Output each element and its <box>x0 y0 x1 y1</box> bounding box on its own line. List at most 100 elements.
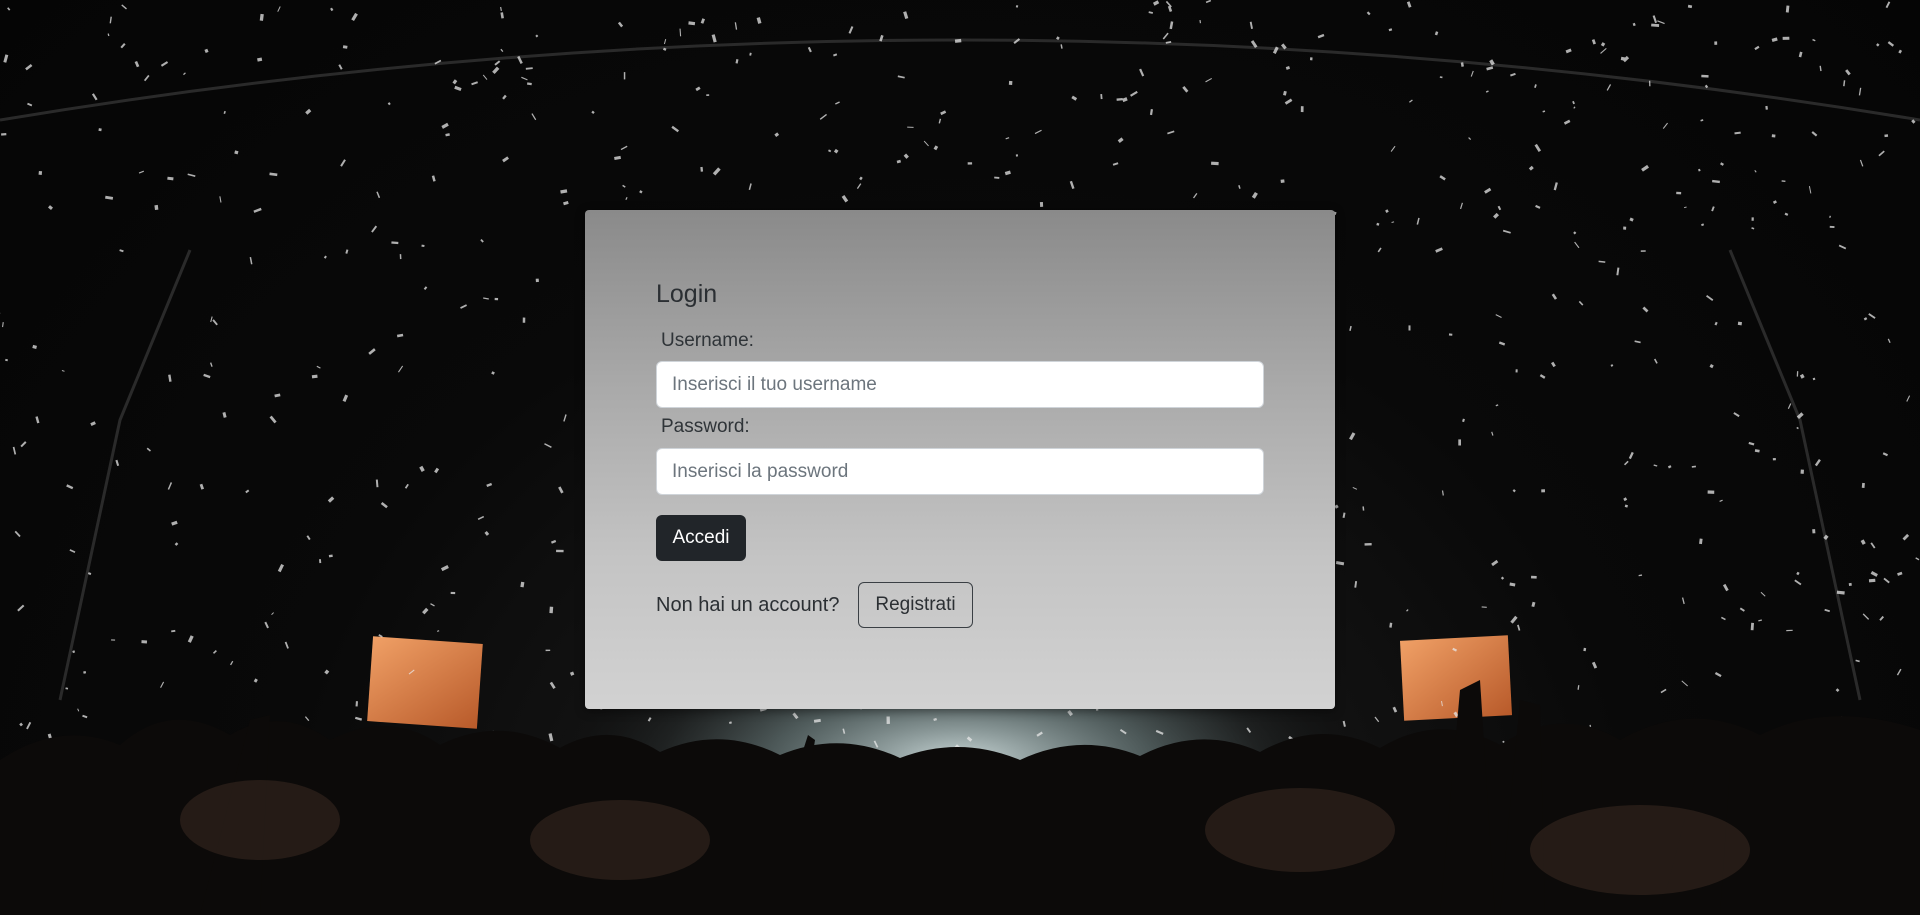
confetti-piece <box>1205 77 1212 83</box>
confetti-piece <box>387 102 391 106</box>
confetti-piece <box>938 118 942 124</box>
confetti-piece <box>1885 1 1891 9</box>
confetti-piece <box>2 322 4 328</box>
confetti-piece <box>1915 557 1920 561</box>
confetti-piece <box>828 149 832 153</box>
confetti-piece <box>430 603 435 607</box>
confetti-piece <box>1714 41 1718 45</box>
confetti-piece <box>1858 87 1862 96</box>
confetti-piece <box>1238 184 1241 189</box>
confetti-piece <box>1167 130 1175 135</box>
confetti-piece <box>230 660 234 666</box>
confetti-piece <box>1616 267 1620 276</box>
confetti-piece <box>500 12 504 19</box>
confetti-piece <box>212 319 218 326</box>
username-label: Username: <box>661 330 754 351</box>
confetti-piece <box>1484 187 1492 194</box>
confetti-piece <box>1765 105 1768 110</box>
confetti-piece <box>306 535 311 541</box>
confetti-piece <box>749 52 752 56</box>
confetti-piece <box>482 74 488 80</box>
confetti-piece <box>1796 571 1800 576</box>
confetti-piece <box>397 365 404 373</box>
confetti-piece <box>1573 106 1576 109</box>
confetti-piece <box>421 244 425 248</box>
confetti-piece <box>1641 164 1650 172</box>
confetti-piece <box>903 11 909 20</box>
confetti-piece <box>371 225 378 233</box>
confetti-piece <box>171 629 176 633</box>
confetti-piece <box>1541 489 1546 493</box>
confetti-piece <box>1628 451 1634 460</box>
confetti-piece <box>569 671 575 676</box>
confetti-piece <box>1192 193 1198 199</box>
confetti-piece <box>856 183 862 189</box>
confetti-piece <box>494 60 501 66</box>
confetti-piece <box>105 195 114 200</box>
confetti-piece <box>422 607 429 615</box>
confetti-piece <box>440 565 449 572</box>
login-submit-button[interactable]: Accedi <box>656 515 746 561</box>
confetti-piece <box>617 21 624 28</box>
confetti-piece <box>933 145 939 151</box>
confetti-piece <box>1112 162 1119 166</box>
confetti-piece <box>1784 212 1789 216</box>
confetti-piece <box>1653 358 1658 364</box>
confetti-piece <box>1812 529 1816 534</box>
confetti-piece <box>419 465 425 472</box>
confetti-piece <box>1366 11 1371 16</box>
confetti-piece <box>1870 542 1876 549</box>
confetti-piece <box>1623 460 1629 466</box>
confetti-piece <box>141 640 148 644</box>
confetti-piece <box>549 681 556 689</box>
confetti-piece <box>1390 145 1396 152</box>
confetti-piece <box>143 74 150 82</box>
confetti-piece <box>1441 490 1444 496</box>
confetti-piece <box>1750 622 1754 631</box>
username-input[interactable] <box>656 361 1264 408</box>
confetti-piece <box>1859 159 1864 167</box>
confetti-piece <box>1701 223 1705 227</box>
confetti-piece <box>1377 247 1382 253</box>
confetti-piece <box>316 365 321 369</box>
confetti-piece <box>1071 95 1078 101</box>
confetti-piece <box>396 333 404 338</box>
confetti-piece <box>319 559 322 564</box>
confetti-piece <box>77 708 80 712</box>
register-button[interactable]: Registrati <box>858 582 973 628</box>
confetti-piece <box>706 94 710 97</box>
confetti-piece <box>1632 22 1636 27</box>
password-input[interactable] <box>656 448 1264 495</box>
confetti-piece <box>1714 672 1722 678</box>
confetti-piece <box>274 393 281 398</box>
confetti-piece <box>38 170 43 175</box>
confetti-piece <box>1660 688 1667 694</box>
confetti-piece <box>1388 28 1393 32</box>
confetti-piece <box>1015 4 1019 8</box>
confetti-piece <box>1879 615 1884 621</box>
confetti-piece <box>115 459 120 467</box>
confetti-piece <box>199 483 205 490</box>
confetti-piece <box>1848 582 1852 587</box>
confetti-piece <box>107 33 110 37</box>
confetti-piece <box>48 205 53 210</box>
confetti-piece <box>1863 317 1868 321</box>
confetti-piece <box>549 606 554 614</box>
confetti-piece <box>66 484 74 490</box>
confetti-piece <box>1495 404 1499 407</box>
confetti-piece <box>1149 109 1153 116</box>
confetti-piece <box>819 113 828 120</box>
confetti-piece <box>1714 321 1718 326</box>
confetti-piece <box>257 57 263 62</box>
confetti-piece <box>1870 571 1878 577</box>
login-title: Login <box>656 280 718 308</box>
confetti-piece <box>234 150 239 155</box>
confetti-piece <box>1845 69 1851 76</box>
confetti-piece <box>98 128 102 132</box>
confetti-piece <box>502 94 507 100</box>
confetti-piece <box>174 542 179 546</box>
confetti-piece <box>1392 706 1398 713</box>
confetti-piece <box>1861 482 1865 488</box>
password-label: Password: <box>661 416 750 437</box>
confetti-piece <box>204 48 209 54</box>
